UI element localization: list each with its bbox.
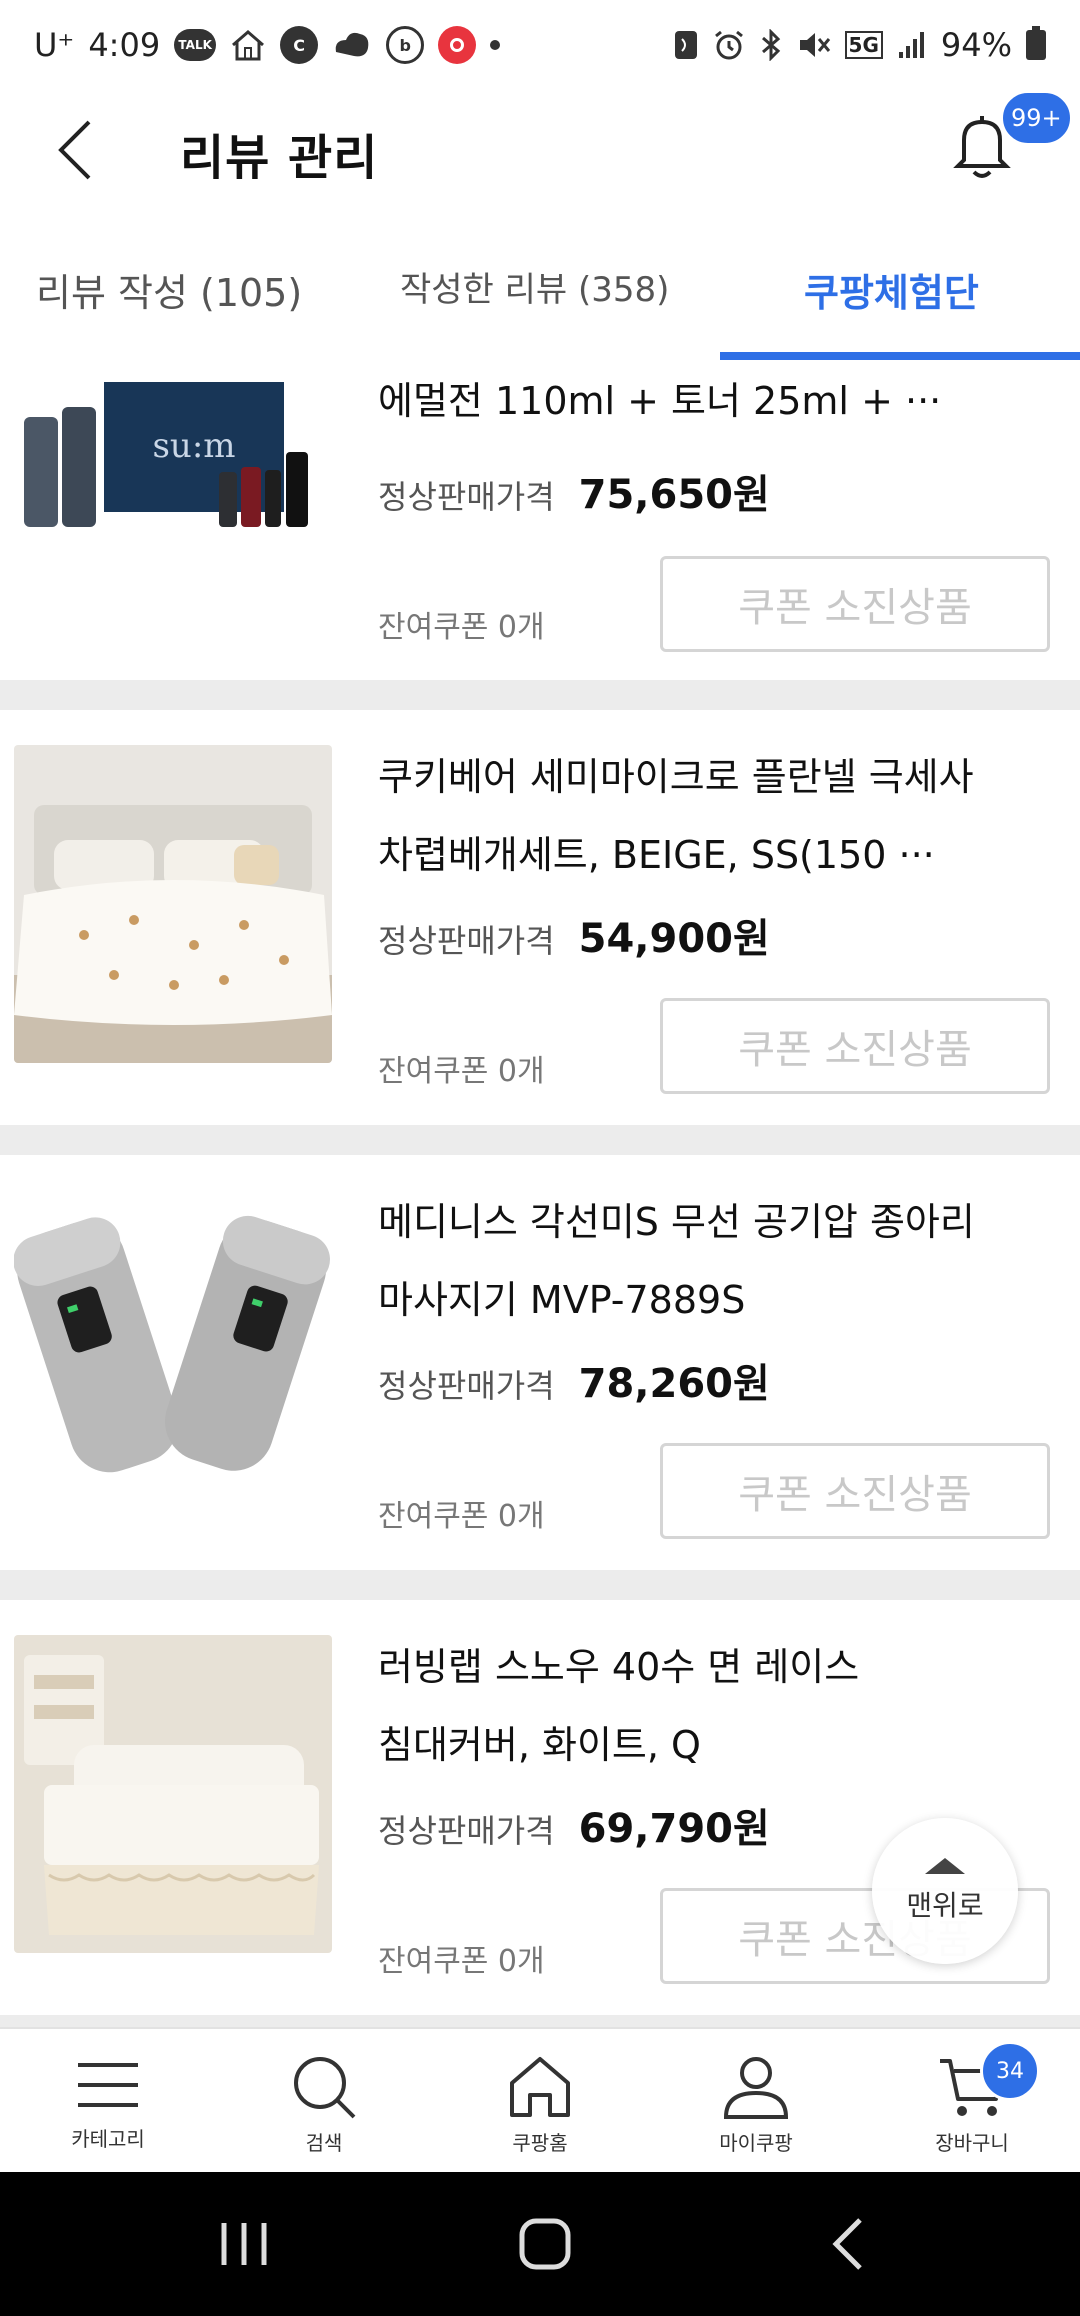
cloud-app-icon: [335, 32, 369, 57]
price-value: 78,260원: [578, 1361, 770, 1407]
product-image[interactable]: su:m: [14, 362, 332, 562]
price-value: 54,900원: [578, 916, 770, 962]
price-value: 69,790원: [578, 1806, 770, 1852]
kakaotalk-icon: TALK: [174, 29, 217, 61]
list-divider: [0, 680, 1080, 710]
list-divider: [0, 2015, 1080, 2027]
search-icon: [294, 2057, 356, 2119]
price-row: 정상판매가격 75,650원: [378, 462, 770, 520]
alarm-icon: [714, 30, 743, 60]
nav-label: 장바구니: [935, 2131, 1009, 2155]
status-right: 5G 94%: [673, 26, 1046, 64]
recent-apps-icon: [221, 2223, 267, 2265]
smart-home-icon: [232, 30, 265, 61]
product-name[interactable]: 러빙랩 스노우 40수 면 레이스 침대커버, 화이트, Q: [378, 1628, 1038, 1784]
product-name-line: 러빙랩 스노우 40수 면 레이스: [378, 1645, 860, 1689]
tab-written-reviews[interactable]: 작성한 리뷰 (358): [400, 262, 669, 311]
person-icon: [723, 2057, 789, 2119]
arrow-up-icon: [925, 1858, 965, 1874]
system-navigation-bar: [0, 2172, 1080, 2316]
product-name-line: 마사지기 MVP-7889S: [378, 1278, 746, 1322]
page-title: 리뷰 관리: [180, 130, 379, 186]
product-name[interactable]: 쿠키베어 세미마이크로 플란넬 극세사 차렵베개세트, BEIGE, SS(15…: [378, 738, 1038, 894]
coupon-soldout-button[interactable]: 쿠폰 소진상품: [660, 1443, 1050, 1539]
home-square-icon: [519, 2218, 571, 2270]
product-name-line: 쿠키베어 세미마이크로 플란넬 극세사: [378, 755, 974, 799]
signal-icon: [898, 32, 924, 58]
product-name-line: 차렵베개세트, BEIGE, SS(150 ···: [378, 833, 935, 877]
nav-label: 마이쿠팡: [719, 2131, 793, 2155]
scroll-to-top-label: 맨위로: [906, 1889, 984, 1922]
nfc-icon: [674, 31, 697, 59]
review-tabs: 리뷰 작성 (105) 작성한 리뷰 (358) 쿠팡체험단: [0, 240, 1080, 362]
back-button[interactable]: [40, 112, 110, 188]
coupon-soldout-button[interactable]: 쿠폰 소진상품: [660, 556, 1050, 652]
remaining-coupons: 잔여쿠폰 0개: [378, 1944, 545, 1979]
price-label: 정상판매가격: [378, 1812, 555, 1850]
price-value: 75,650원: [578, 472, 770, 518]
list-item: 메디니스 각선미S 무선 공기압 종아리 마사지기 MVP-7889S 정상판매…: [0, 1155, 1080, 1570]
list-divider: [0, 1570, 1080, 1600]
recent-apps-button[interactable]: [204, 2212, 284, 2276]
active-tab-indicator: [720, 352, 1080, 360]
status-bar: U⁺ 4:09 TALK C b 5G 94%: [0, 0, 1080, 90]
mute-icon: [799, 33, 830, 57]
carrier-label: U⁺: [34, 26, 75, 64]
remaining-coupons: 잔여쿠폰 0개: [378, 1054, 545, 1089]
status-left: U⁺ 4:09 TALK C b: [34, 26, 501, 64]
product-image[interactable]: [14, 745, 332, 1063]
network-type: 5G: [844, 31, 883, 59]
product-name-line: 메디니스 각선미S 무선 공기압 종아리: [378, 1200, 975, 1244]
home-icon: [510, 2057, 570, 2117]
cart-count-badge: 34: [980, 2041, 1040, 2101]
price-label: 정상판매가격: [378, 478, 555, 516]
nav-home[interactable]: 쿠팡홈: [432, 2029, 648, 2174]
product-image[interactable]: [14, 1635, 332, 1953]
system-back-button[interactable]: [808, 2212, 888, 2276]
tab-write-review[interactable]: 리뷰 작성 (105): [36, 262, 302, 317]
battery-icon: [1026, 26, 1046, 60]
nav-search[interactable]: 검색: [216, 2029, 432, 2174]
c-app-icon: C: [280, 26, 319, 64]
price-row: 정상판매가격 54,900원: [378, 906, 770, 964]
nav-label: 쿠팡홈: [512, 2131, 568, 2155]
menu-icon: [78, 2063, 138, 2107]
chevron-left-icon: [58, 120, 91, 180]
price-label: 정상판매가격: [378, 922, 555, 960]
coupon-soldout-button[interactable]: 쿠폰 소진상품: [660, 998, 1050, 1094]
nav-category[interactable]: 카테고리: [0, 2029, 216, 2174]
nav-label: 검색: [305, 2131, 343, 2155]
product-image[interactable]: [14, 1190, 332, 1508]
product-name[interactable]: 메디니스 각선미S 무선 공기압 종아리 마사지기 MVP-7889S: [378, 1183, 1038, 1339]
product-name-line: 에멀전 110ml + 토너 25ml + ···: [378, 379, 942, 423]
list-item: su:m 에멀전 110ml + 토너 25ml + ··· 정상판매가격 75…: [0, 362, 1080, 680]
product-name-line: 침대커버, 화이트, Q: [378, 1723, 701, 1767]
home-system-button[interactable]: [505, 2212, 585, 2276]
list-item: 쿠키베어 세미마이크로 플란넬 극세사 차렵베개세트, BEIGE, SS(15…: [0, 710, 1080, 1125]
scroll-to-top-button[interactable]: 맨위로: [872, 1818, 1018, 1964]
more-notifications-icon: [490, 40, 501, 50]
b-app-icon: b: [386, 26, 425, 64]
product-name[interactable]: 에멀전 110ml + 토너 25ml + ···: [378, 362, 1038, 440]
nav-my-coupang[interactable]: 마이쿠팡: [648, 2029, 864, 2174]
price-label: 정상판매가격: [378, 1367, 555, 1405]
list-divider: [0, 1125, 1080, 1155]
price-row: 정상판매가격 78,260원: [378, 1351, 770, 1409]
remaining-coupons: 잔여쿠폰 0개: [378, 610, 545, 645]
bottom-navigation: 카테고리 검색 쿠팡홈 마이쿠팡 장바구니 34: [0, 2027, 1080, 2172]
record-app-icon: [438, 26, 477, 64]
clock: 4:09: [88, 26, 161, 64]
nav-cart[interactable]: 장바구니: [864, 2029, 1080, 2174]
tab-coupang-experience[interactable]: 쿠팡체험단: [804, 262, 979, 317]
product-list[interactable]: su:m 에멀전 110ml + 토너 25ml + ··· 정상판매가격 75…: [0, 362, 1080, 2027]
notification-badge: 99+: [1000, 90, 1073, 146]
remaining-coupons: 잔여쿠폰 0개: [378, 1499, 545, 1534]
back-chevron-icon: [832, 2218, 862, 2270]
app-header: 리뷰 관리 99+: [0, 90, 1080, 210]
bluetooth-icon: [761, 29, 780, 61]
nav-label: 카테고리: [71, 2127, 145, 2151]
price-row: 정상판매가격 69,790원: [378, 1796, 770, 1854]
battery-percent: 94%: [940, 26, 1012, 64]
svg-text:su:m: su:m: [152, 426, 235, 466]
